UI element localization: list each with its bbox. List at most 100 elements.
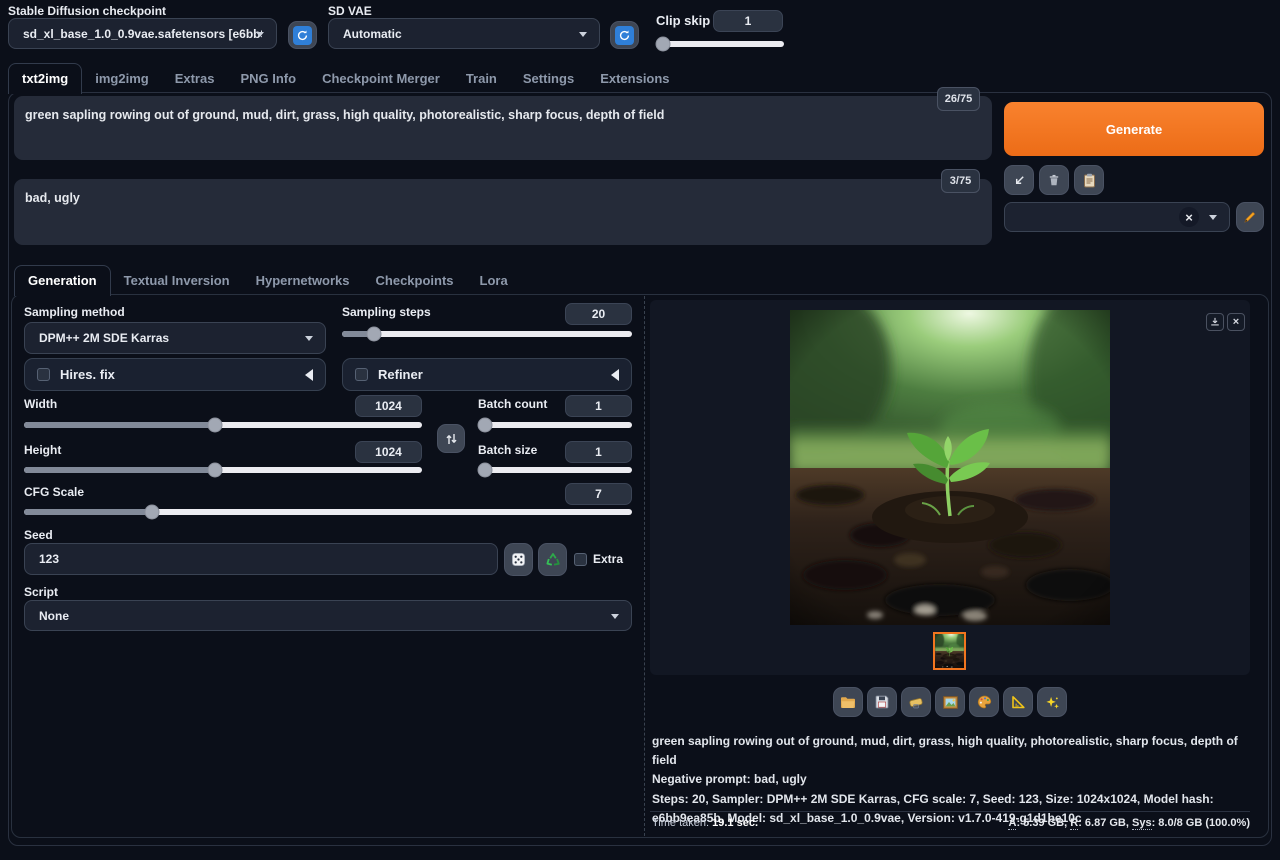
send-to-img2img-button[interactable] [935, 687, 965, 717]
mem-r-label: R [1070, 817, 1078, 830]
tab-checkpoints[interactable]: Checkpoints [363, 266, 467, 295]
batch-size-slider[interactable] [478, 462, 632, 477]
chevron-down-icon [1209, 215, 1217, 220]
dice-icon [511, 552, 526, 567]
footer: Time taken: 19.1 sec. A: 5.39 GB, R: 6.8… [652, 817, 1250, 829]
time-taken: Time taken: 19.1 sec. [652, 817, 758, 829]
height-slider[interactable] [24, 462, 422, 477]
width-slider[interactable] [24, 417, 422, 432]
sampling-method-dropdown[interactable]: DPM++ 2M SDE Karras [24, 322, 326, 354]
tab-train[interactable]: Train [453, 64, 510, 93]
cfg-scale-slider[interactable] [24, 504, 632, 519]
mem-sys-value: : 8.0/8 GB (100.0%) [1152, 817, 1250, 829]
footer-divider [650, 811, 1250, 812]
mem-r-value: : 6.87 GB, [1078, 817, 1132, 829]
palette-icon [977, 695, 992, 709]
chevron-down-icon [256, 32, 264, 37]
triangle-ruler-icon [1011, 695, 1026, 709]
clipboard-icon [1083, 173, 1096, 188]
cfg-scale-label: CFG Scale [24, 485, 84, 499]
reuse-seed-button[interactable] [538, 543, 567, 576]
hires-fix-checkbox[interactable] [37, 368, 50, 381]
close-preview-button[interactable]: × [1227, 313, 1245, 331]
vae-dropdown[interactable]: Automatic [328, 18, 600, 49]
chevron-down-icon [305, 336, 313, 341]
checkpoint-dropdown[interactable]: sd_xl_base_1.0_0.9vae.safetensors [e6bb9… [8, 18, 277, 49]
batch-count-input[interactable]: 1 [565, 395, 632, 417]
refresh-icon [293, 26, 312, 45]
width-input[interactable]: 1024 [355, 395, 422, 417]
tab-lora[interactable]: Lora [467, 266, 521, 295]
clear-prompt-button[interactable] [1039, 165, 1069, 195]
random-seed-button[interactable] [504, 543, 533, 576]
refresh-vae-button[interactable] [610, 21, 639, 49]
accordion-arrow-icon [611, 369, 619, 381]
negative-prompt-input[interactable]: bad, ugly [14, 179, 992, 245]
tab-extensions[interactable]: Extensions [587, 64, 682, 93]
close-icon: × [1233, 316, 1239, 328]
hires-fix-label: Hires. fix [60, 367, 115, 382]
refiner-accordion[interactable]: Refiner [342, 358, 632, 391]
save-zip-button[interactable] [901, 687, 931, 717]
sub-tab-bar: Generation Textual Inversion Hypernetwor… [14, 265, 521, 295]
script-dropdown[interactable]: None [24, 600, 632, 631]
clear-styles-icon[interactable]: × [1179, 207, 1199, 227]
edit-styles-button[interactable] [1236, 202, 1264, 232]
send-to-extras-button[interactable] [1003, 687, 1033, 717]
upscale-button[interactable] [1037, 687, 1067, 717]
trash-icon [1047, 173, 1061, 187]
swap-dimensions-button[interactable] [437, 424, 465, 453]
sparkles-icon [1045, 695, 1060, 710]
generation-info: green sapling rowing out of ground, mud,… [652, 732, 1250, 828]
checkpoint-value: sd_xl_base_1.0_0.9vae.safetensors [e6bb9… [23, 27, 262, 41]
save-icon [875, 695, 889, 709]
prompt-input[interactable]: green sapling rowing out of ground, mud,… [14, 96, 992, 160]
vae-label: SD VAE [328, 4, 372, 18]
prompt-token-counter: 26/75 [937, 87, 980, 111]
tab-generation[interactable]: Generation [14, 265, 111, 296]
generate-button[interactable]: Generate [1004, 102, 1264, 156]
extra-seed-label: Extra [593, 552, 623, 566]
refiner-label: Refiner [378, 367, 423, 382]
open-folder-button[interactable] [833, 687, 863, 717]
mem-a-value: : 5.39 GB, [1016, 817, 1070, 829]
tab-img2img[interactable]: img2img [82, 64, 161, 93]
tab-settings[interactable]: Settings [510, 64, 587, 93]
apply-styles-button[interactable] [1074, 165, 1104, 195]
tab-extras[interactable]: Extras [162, 64, 228, 93]
sampling-steps-slider[interactable] [342, 326, 632, 341]
save-image-button[interactable] [867, 687, 897, 717]
paste-params-button[interactable] [1004, 165, 1034, 195]
refresh-checkpoint-button[interactable] [288, 21, 317, 49]
tab-hypernetworks[interactable]: Hypernetworks [243, 266, 363, 295]
height-input[interactable]: 1024 [355, 441, 422, 463]
sampling-steps-input[interactable]: 20 [565, 303, 632, 325]
checkpoint-label: Stable Diffusion checkpoint [8, 4, 166, 18]
tab-txt2img[interactable]: txt2img [8, 63, 82, 94]
gallery-thumbnail[interactable] [933, 632, 966, 670]
cfg-scale-input[interactable]: 7 [565, 483, 632, 505]
batch-count-slider[interactable] [478, 417, 632, 432]
send-to-inpaint-button[interactable] [969, 687, 999, 717]
negative-token-counter: 3/75 [941, 169, 980, 193]
folder-icon [840, 696, 856, 709]
tab-png-info[interactable]: PNG Info [227, 64, 309, 93]
recycle-icon [545, 552, 561, 568]
generated-image[interactable] [790, 310, 1110, 625]
hires-fix-accordion[interactable]: Hires. fix [24, 358, 326, 391]
extra-seed-checkbox[interactable] [574, 553, 587, 566]
height-label: Height [24, 443, 61, 457]
sd-webui-window: Stable Diffusion checkpoint sd_xl_base_1… [0, 0, 1280, 860]
styles-dropdown[interactable]: × [1004, 202, 1230, 232]
info-negative-prompt: Negative prompt: bad, ugly [652, 770, 1250, 789]
download-image-button[interactable] [1206, 313, 1224, 331]
tab-checkpoint-merger[interactable]: Checkpoint Merger [309, 64, 453, 93]
pencil-icon [1243, 210, 1257, 224]
clip-skip-input[interactable]: 1 [713, 10, 783, 32]
clip-skip-slider[interactable] [656, 36, 784, 51]
tab-textual-inversion[interactable]: Textual Inversion [111, 266, 243, 295]
mem-sys-label: Sys [1132, 817, 1152, 830]
seed-input[interactable]: 123 [24, 543, 498, 575]
batch-size-input[interactable]: 1 [565, 441, 632, 463]
refiner-checkbox[interactable] [355, 368, 368, 381]
